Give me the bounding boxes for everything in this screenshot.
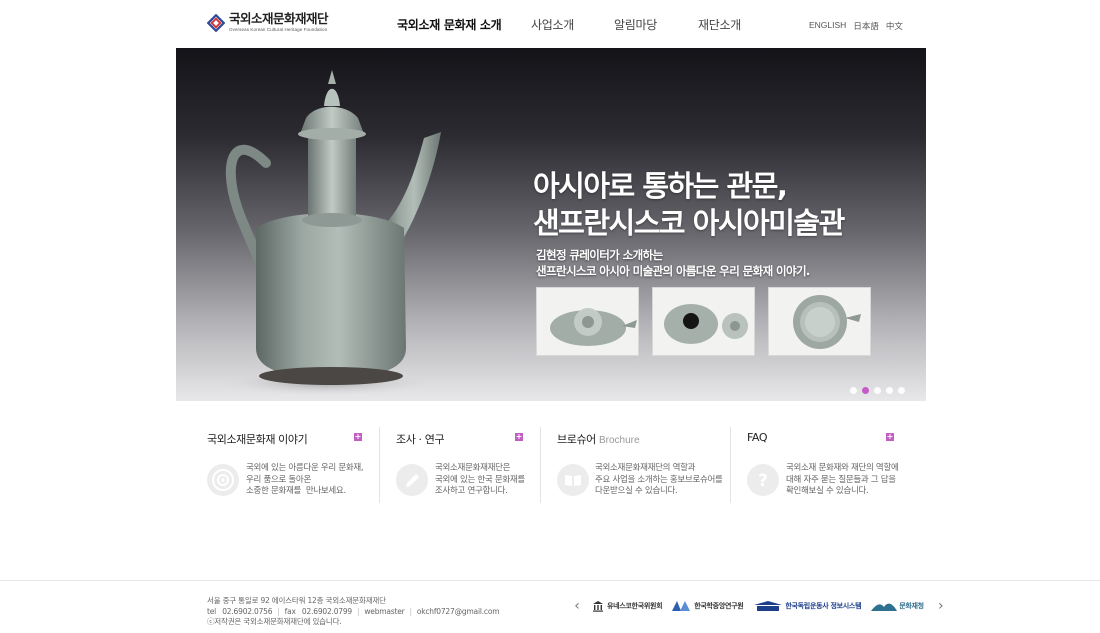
- section-title: 국외소재문화재 이야기: [207, 433, 308, 446]
- partner-logo-cha[interactable]: 문화재청: [871, 600, 924, 612]
- hero-desc-line1: 김현정 큐레이터가 소개하는: [536, 248, 663, 262]
- logo-diamond-icon: [207, 14, 225, 32]
- partner-logo-independence[interactable]: 한국독립운동사 정보시스템: [753, 600, 862, 612]
- partner-logo-unesco[interactable]: 유네스코한국위원회: [592, 600, 663, 612]
- aks-mark-icon: [672, 601, 691, 611]
- lang-english[interactable]: ENGLISH: [809, 20, 846, 32]
- question-icon: ?: [747, 464, 779, 496]
- footer-address: 서울 중구 통일로 92 에이스타워 12층 국외소재문화재재단 tel 02.…: [207, 596, 500, 628]
- section-description: 국외소재문화재재단은 국외에 있는 한국 문화재를 조사하고 연구합니다.: [435, 463, 525, 496]
- site-header: 국외소재문화재재단 Overseas Korean Cultural Herit…: [0, 0, 1100, 48]
- chevron-right-icon[interactable]: ›: [934, 599, 948, 613]
- section-divider: [379, 427, 380, 503]
- plus-icon[interactable]: +: [354, 433, 362, 441]
- section-faq[interactable]: FAQ + ? 국외소재 문화재와 재단의 역할에 대해 자주 묻는 질문들과 …: [747, 425, 899, 505]
- slide-dot-active[interactable]: [862, 387, 869, 394]
- slide-indicator: [850, 387, 905, 394]
- plus-icon[interactable]: +: [886, 433, 894, 441]
- section-description: 국외에 있는 아름다운 우리 문화재, 우리 품으로 돌아온 소중한 문화재를 …: [246, 463, 364, 496]
- hero-title-line2: 샌프란시스코 아시아미술관: [533, 206, 845, 240]
- chevron-left-icon[interactable]: ‹: [570, 599, 584, 613]
- hero-title: 아시아로 통하는 관문, 샌프란시스코 아시아미술관: [533, 168, 845, 242]
- target-icon: [207, 464, 239, 496]
- footer-divider: [0, 580, 1100, 581]
- section-heritage-story[interactable]: 국외소재문화재 이야기 + 국외에 있는 아름다운 우리 문화재, 우리 품으로…: [207, 425, 367, 505]
- hero-title-line1: 아시아로 통하는 관문,: [533, 169, 788, 203]
- section-description: 국외소재문화재재단의 역할과 주요 사업을 소개하는 홍보브로슈어를 다운받으실…: [595, 463, 723, 496]
- slide-dot[interactable]: [886, 387, 893, 394]
- temple-icon: [593, 601, 603, 612]
- hero-thumbnail[interactable]: [536, 287, 639, 356]
- hero-banner[interactable]: 아시아로 통하는 관문, 샌프란시스코 아시아미술관 김현정 큐레이터가 소개하…: [176, 48, 926, 401]
- hero-thumbnails: [536, 287, 871, 356]
- hero-desc-line2: 샌프란시스코 아시아 미술관의 아름다운 우리 문화재 이야기.: [536, 264, 810, 278]
- hero-thumbnail[interactable]: [768, 287, 871, 356]
- section-research[interactable]: 조사 · 연구 + 국외소재문화재재단은 국외에 있는 한국 문화재를 조사하고…: [396, 425, 526, 505]
- nav-item-business[interactable]: 사업소개: [531, 16, 574, 33]
- section-brochure[interactable]: 브로슈어 Brochure 국외소재문화재재단의 역할과 주요 사업을 소개하는…: [557, 425, 737, 505]
- section-divider: [540, 427, 541, 503]
- nav-item-foundation[interactable]: 재단소개: [698, 16, 741, 33]
- pavilion-icon: [754, 601, 783, 611]
- book-icon: [557, 464, 589, 496]
- section-title: 조사 · 연구: [396, 433, 445, 446]
- slide-dot[interactable]: [874, 387, 881, 394]
- partner-logo-aks[interactable]: 한국학중앙연구원: [672, 600, 744, 612]
- hero-thumbnail[interactable]: [652, 287, 755, 356]
- quick-sections: 국외소재문화재 이야기 + 국외에 있는 아름다운 우리 문화재, 우리 품으로…: [176, 425, 926, 505]
- plus-icon[interactable]: +: [515, 433, 523, 441]
- hero-description: 김현정 큐레이터가 소개하는 샌프란시스코 아시아 미술관의 아름다운 우리 문…: [536, 247, 810, 279]
- language-links: ENGLISH 日本語 中文: [809, 20, 903, 32]
- celadon-ewer-image: [225, 70, 441, 395]
- slide-dot[interactable]: [850, 387, 857, 394]
- logo-subtitle: Overseas Korean Cultural Heritage Founda…: [229, 27, 328, 32]
- section-title: FAQ: [747, 431, 768, 444]
- partner-logos: ‹ 유네스코한국위원회 한국학중앙연구원 한국독립운동사 정보시스템 문화재청 …: [570, 596, 948, 616]
- address-line: 서울 중구 통일로 92 에이스타워 12층 국외소재문화재재단: [207, 596, 386, 605]
- site-logo[interactable]: 국외소재문화재재단 Overseas Korean Cultural Herit…: [207, 11, 329, 33]
- section-divider: [730, 427, 731, 503]
- logo-title: 국외소재문화재재단: [229, 11, 329, 26]
- webmaster-email[interactable]: okchf0727@gmail.com: [417, 607, 500, 616]
- lang-chinese[interactable]: 中文: [886, 20, 903, 32]
- section-description: 국외소재 문화재와 재단의 역할에 대해 자주 묻는 질문들과 그 답을 확인해…: [786, 463, 899, 496]
- copyright: ⓒ저작권은 국외소재문화재재단에 있습니다.: [207, 617, 342, 626]
- section-title: 브로슈어 Brochure: [557, 433, 640, 446]
- lang-japanese[interactable]: 日本語: [853, 20, 879, 32]
- pencil-icon: [396, 464, 428, 496]
- svg-text:?: ?: [758, 471, 768, 491]
- slide-dot[interactable]: [898, 387, 905, 394]
- nav-item-heritage[interactable]: 국외소재 문화재 소개: [397, 16, 502, 33]
- nav-item-notice[interactable]: 알림마당: [614, 16, 657, 33]
- mountain-icon: [871, 603, 898, 611]
- contact-line: tel 02.6902.0756 | fax 02.6902.0799 | webmas…: [207, 606, 500, 616]
